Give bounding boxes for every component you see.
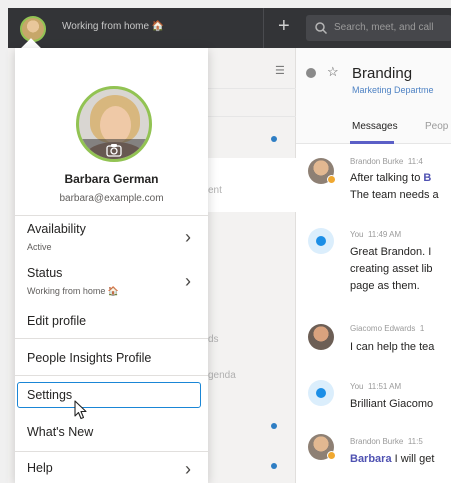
message-text: Barbara I will get	[350, 453, 435, 465]
channel-name: Branding	[352, 65, 413, 82]
message-time: 11:51 AM	[367, 382, 402, 391]
active-tab-indicator	[350, 141, 394, 144]
divider	[15, 338, 208, 339]
divider	[15, 215, 208, 216]
avatar[interactable]	[308, 324, 334, 350]
status-value: Working from home 🏠	[27, 286, 120, 296]
profile-avatar-button[interactable]	[20, 16, 46, 42]
user-email: barbara@example.com	[59, 193, 164, 204]
message-meta: Brandon Burke 11:4	[350, 157, 423, 166]
camera-icon	[106, 144, 122, 157]
whats-new-item[interactable]: What's New	[27, 425, 93, 439]
message-author: Brandon Burke	[350, 437, 404, 446]
unread-dot	[271, 463, 277, 469]
chevron-right-icon[interactable]: ›	[185, 460, 191, 478]
divider	[208, 88, 296, 89]
message-text: After talking to B	[350, 172, 432, 184]
divider	[208, 116, 296, 117]
message-text: The team needs a	[350, 189, 439, 201]
message-text: Great Brandon. I	[350, 246, 432, 258]
teams-app: Working from home 🏠 + Search, meet, and …	[0, 0, 451, 483]
message-author: Brandon Burke	[350, 157, 404, 166]
message-time: 11:4	[407, 157, 423, 166]
unread-dot	[271, 136, 277, 142]
divider	[15, 451, 208, 452]
user-name: Barbara German	[64, 172, 159, 186]
profile-photo[interactable]	[76, 86, 152, 162]
team-name[interactable]: Marketing Departme	[352, 85, 434, 95]
avatar	[308, 228, 334, 254]
list-item-fragment: ds	[208, 334, 219, 345]
list-item-fragment: genda	[208, 370, 236, 381]
people-insights-item[interactable]: People Insights Profile	[27, 351, 151, 365]
message-text: creating asset lib	[350, 263, 433, 275]
plus-icon[interactable]: +	[278, 16, 290, 36]
message-meta: You 11:49 AM	[350, 230, 401, 239]
presence-badge	[327, 175, 336, 184]
channel-icon	[306, 68, 316, 78]
cursor-icon	[74, 400, 87, 420]
presence-badge	[327, 451, 336, 460]
message-meta: Giacomo Edwards 1	[350, 324, 424, 333]
profile-menu: Barbara German barbara@example.com Avail…	[15, 48, 208, 483]
channel-header: ☆ Branding Marketing Departme Messages P…	[296, 48, 451, 144]
availability-label[interactable]: Availability	[27, 222, 86, 236]
tab-people[interactable]: Peop	[425, 121, 448, 132]
channel-conversation: ☆ Branding Marketing Departme Messages P…	[296, 48, 451, 483]
message-time: 11:49 AM	[367, 230, 402, 239]
filter-icon[interactable]: ☰	[275, 64, 285, 77]
divider	[15, 375, 208, 376]
message-time: 11:5	[407, 437, 423, 446]
message-author: You	[350, 382, 364, 391]
search-icon	[315, 22, 328, 35]
message-meta: You 11:51 AM	[350, 382, 401, 391]
message-author: Giacomo Edwards	[350, 324, 416, 333]
top-bar: Working from home 🏠 + Search, meet, and …	[8, 8, 451, 48]
message-meta: Brandon Burke 11:5	[350, 437, 423, 446]
status-message[interactable]: Working from home 🏠	[62, 21, 164, 32]
list-item-fragment: ent	[208, 185, 222, 196]
avatar	[308, 380, 334, 406]
availability-value: Active	[27, 242, 52, 252]
chevron-right-icon[interactable]: ›	[185, 228, 191, 246]
star-icon[interactable]: ☆	[327, 64, 339, 80]
message-text: I can help the tea	[350, 341, 435, 353]
status-label[interactable]: Status	[27, 266, 62, 280]
unread-dot	[271, 423, 277, 429]
help-item[interactable]: Help	[27, 461, 53, 475]
chevron-right-icon[interactable]: ›	[185, 272, 191, 290]
edit-profile-item[interactable]: Edit profile	[27, 314, 86, 328]
search-placeholder: Search, meet, and call	[334, 22, 434, 33]
message-author: You	[350, 230, 364, 239]
settings-item[interactable]: Settings	[27, 388, 72, 402]
message-time: 1	[419, 324, 425, 333]
message-text: Brilliant Giacomo	[350, 398, 434, 410]
divider	[263, 8, 264, 48]
tab-messages[interactable]: Messages	[352, 121, 398, 132]
search-input[interactable]: Search, meet, and call	[306, 15, 451, 41]
message-text: page as them.	[350, 280, 420, 292]
